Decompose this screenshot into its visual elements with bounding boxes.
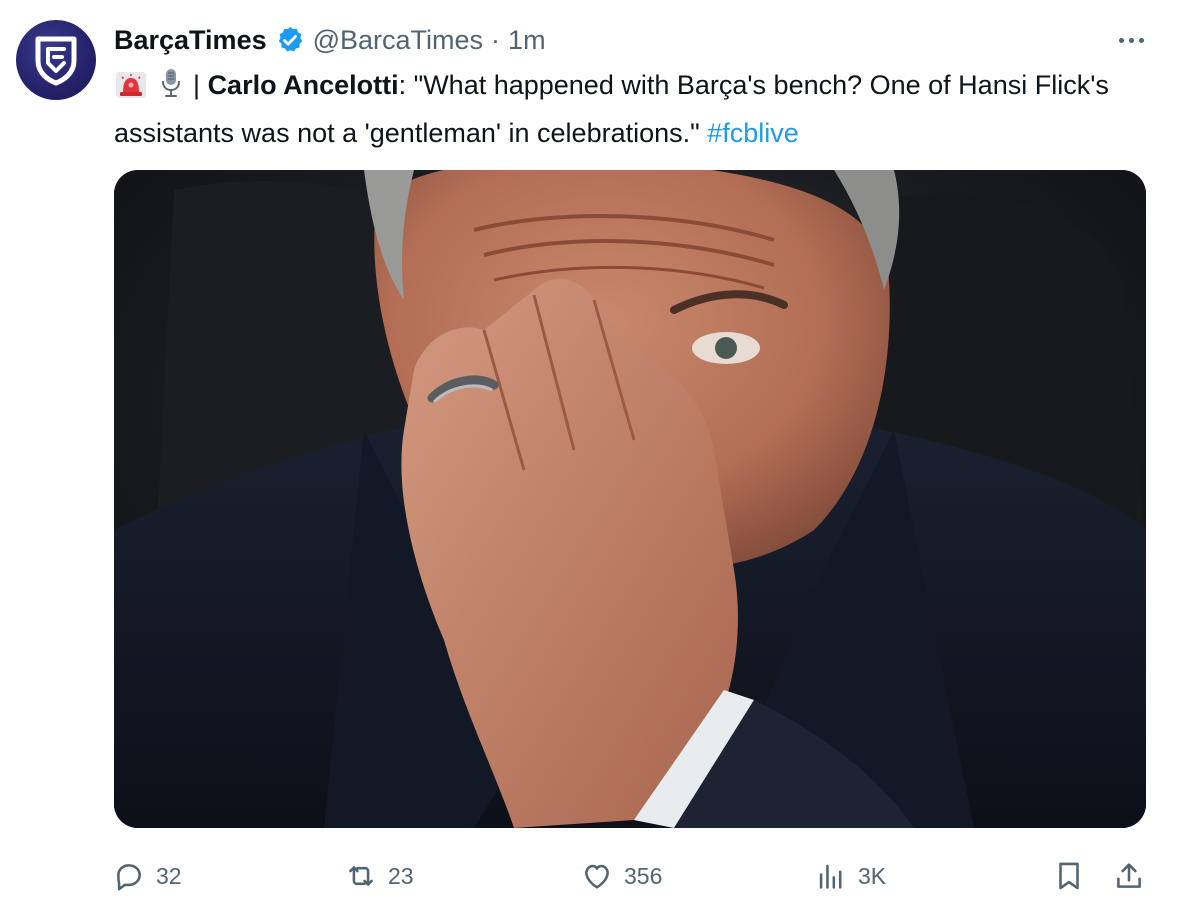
more-horizontal-icon[interactable] (1119, 28, 1144, 52)
tweet-header: BarçaTimes @BarcaTimes · 1m (114, 22, 546, 58)
hashtag-link[interactable]: #fcblive (707, 118, 799, 148)
bookmark-icon (1059, 862, 1079, 890)
text-divider: | (193, 70, 201, 100)
like-button[interactable]: 356 (580, 852, 662, 900)
separator-dot: · (491, 24, 501, 55)
repost-count: 23 (388, 862, 414, 889)
views-count: 3K (858, 862, 887, 889)
verified-badge-icon (275, 25, 305, 55)
views-button[interactable]: 3K (814, 852, 886, 900)
microphone-emoji-icon (156, 66, 186, 112)
tweet-actions: 32 23 356 3K (112, 852, 1148, 900)
views-icon (819, 864, 842, 889)
tweet-media-photo[interactable] (114, 170, 1146, 828)
display-name[interactable]: BarçaTimes (114, 25, 267, 56)
photo-illustration (114, 170, 1146, 828)
like-icon (585, 864, 609, 889)
avatar[interactable] (16, 20, 96, 100)
share-icon (1117, 863, 1141, 888)
text-colon: : (398, 70, 407, 100)
shield-logo-icon (35, 36, 77, 86)
tweet-card[interactable]: BarçaTimes @BarcaTimes · 1m | Carlo Ance… (0, 0, 1180, 916)
siren-emoji-icon (114, 70, 148, 112)
like-count: 356 (624, 862, 663, 889)
speaker-name: Carlo Ancelotti (207, 70, 399, 100)
reply-icon (117, 864, 141, 891)
reply-count: 32 (156, 862, 182, 889)
bookmark-button[interactable] (1052, 852, 1086, 900)
handle[interactable]: @BarcaTimes (313, 25, 483, 56)
repost-button[interactable]: 23 (344, 852, 414, 900)
repost-icon (349, 866, 373, 886)
reply-button[interactable]: 32 (112, 852, 182, 900)
share-button[interactable] (1112, 852, 1146, 900)
timestamp[interactable]: 1m (508, 25, 546, 56)
tweet-text: | Carlo Ancelotti: "What happened with B… (114, 64, 1154, 154)
